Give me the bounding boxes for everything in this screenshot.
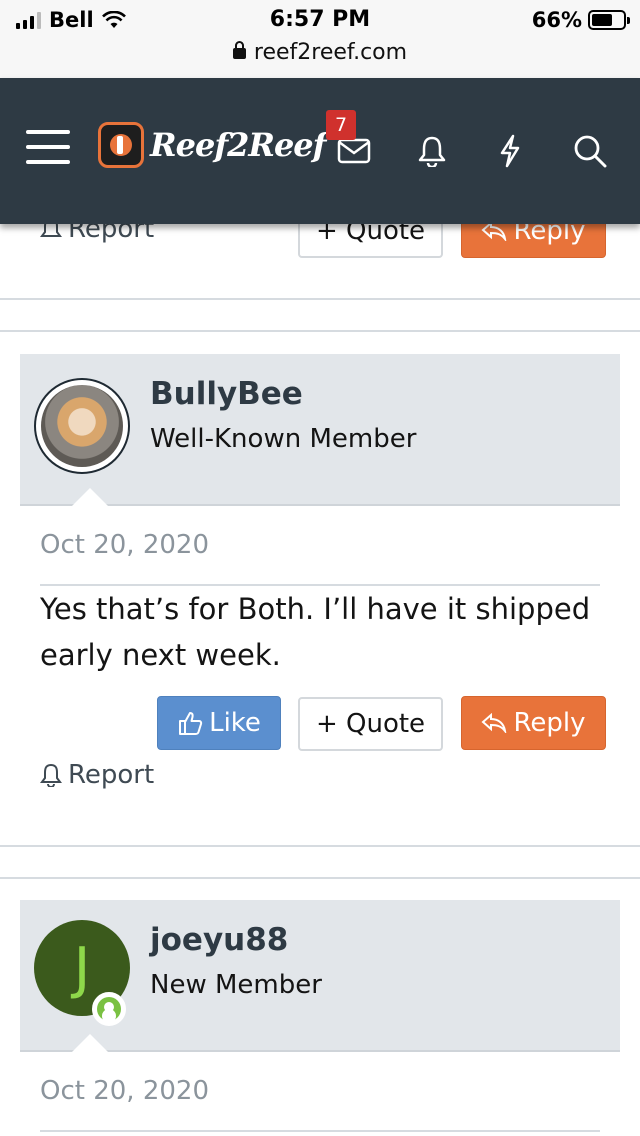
thumbs-up-icon: [179, 712, 203, 735]
lightning-icon[interactable]: [492, 134, 528, 168]
quote-button[interactable]: + Quote: [298, 697, 443, 751]
logo-text: Reef2Reef: [150, 126, 326, 164]
bell-icon: [40, 763, 62, 787]
site-logo[interactable]: Reef2Reef: [98, 122, 326, 168]
post-date[interactable]: Oct 20, 2020: [40, 530, 209, 560]
logo-mark: [98, 122, 144, 168]
date-divider: [40, 1130, 600, 1132]
reply-icon: [481, 713, 507, 733]
battery-area: 66%: [531, 8, 630, 32]
post-divider: [0, 845, 640, 847]
online-status-icon: [92, 992, 126, 1026]
post-divider: [0, 330, 640, 332]
post-body: Yes that’s for Both. I’ll have it shippe…: [40, 592, 591, 672]
user-info-box: BullyBee Well-Known Member: [20, 354, 620, 506]
site-header: Reef2Reef: [0, 78, 640, 224]
notification-badge[interactable]: 7: [326, 110, 356, 140]
bell-icon[interactable]: [414, 134, 450, 168]
username[interactable]: joeyu88: [150, 922, 288, 958]
avatar[interactable]: [34, 378, 130, 474]
reply-button[interactable]: Reply: [461, 696, 606, 750]
like-button[interactable]: Like: [157, 696, 281, 750]
status-bar: Bell 6:57 PM 66% reef2reef.com: [0, 0, 640, 78]
user-title: Well-Known Member: [150, 424, 417, 454]
user-box-arrow: [72, 1034, 108, 1052]
url-bar[interactable]: reef2reef.com: [0, 40, 640, 65]
post-divider: [0, 298, 640, 300]
lock-icon: [232, 41, 246, 59]
user-title: New Member: [150, 970, 322, 1000]
post-date[interactable]: Oct 20, 2020: [40, 1076, 209, 1106]
user-box-arrow: [72, 488, 108, 506]
report-link[interactable]: Report: [40, 760, 154, 790]
search-icon[interactable]: [572, 134, 608, 168]
menu-icon[interactable]: [26, 130, 70, 164]
battery-icon: [588, 10, 630, 30]
page: Bell 6:57 PM 66% reef2reef.com Reef2Reef: [0, 0, 640, 1136]
battery-percent: 66%: [531, 8, 582, 32]
url-text: reef2reef.com: [253, 40, 408, 65]
post-divider: [0, 877, 640, 879]
reply-icon: [481, 221, 507, 241]
user-info-box: J joeyu88 New Member: [20, 900, 620, 1052]
username[interactable]: BullyBee: [150, 376, 303, 412]
